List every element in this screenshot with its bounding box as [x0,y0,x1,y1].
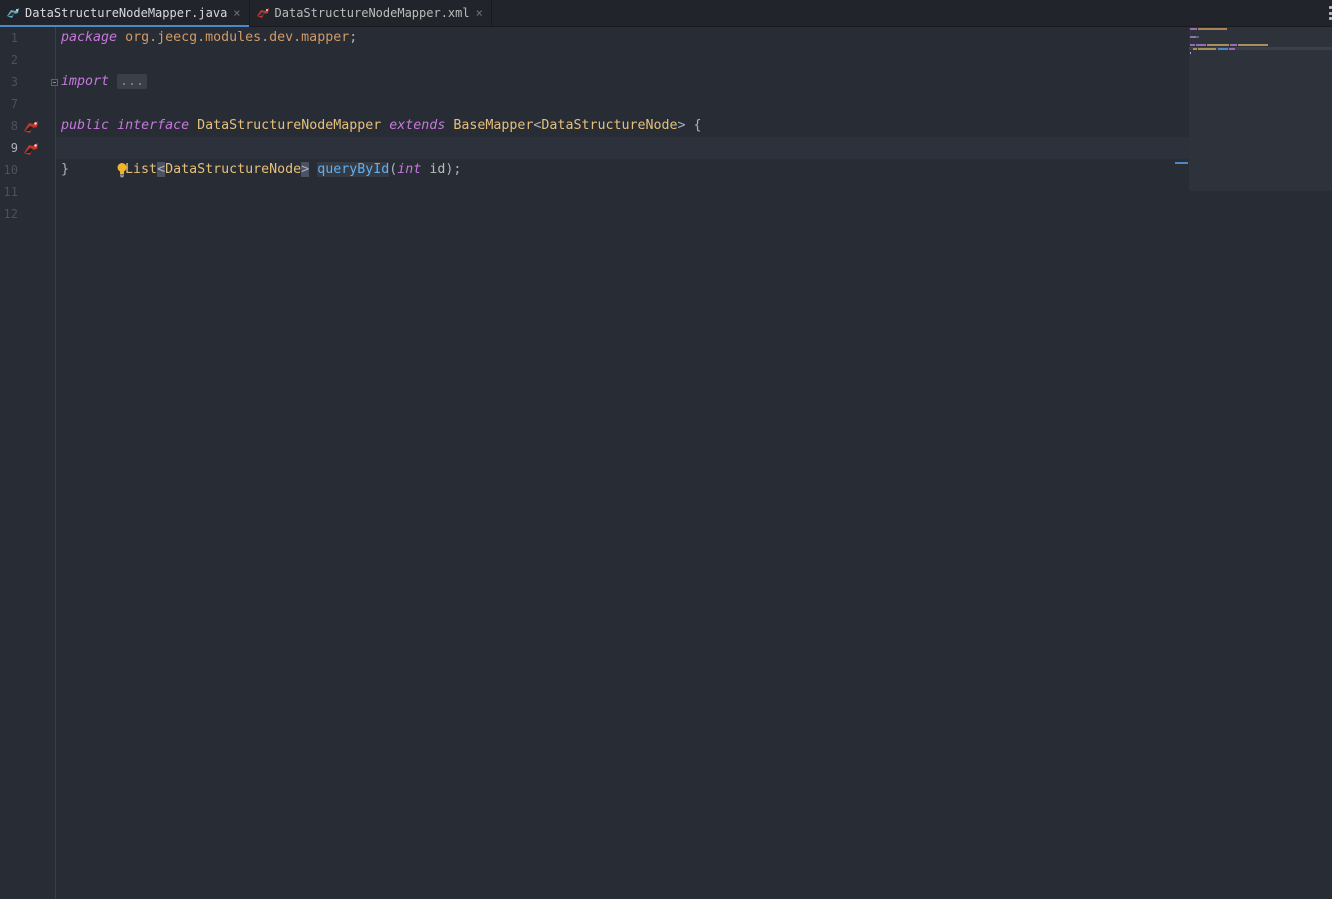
scroll-position-marker [1175,162,1188,164]
minimap-token [1218,48,1228,50]
java-mapper-icon [6,7,20,19]
tab-java-mapper[interactable]: DataStructureNodeMapper.java × [0,0,250,27]
minimap-token [1196,36,1199,38]
lightbulb-icon[interactable] [68,140,127,178]
minimap-token [1229,48,1235,50]
minimap-token [1198,28,1227,30]
code-minimap[interactable] [1189,27,1332,191]
brace: } [61,162,70,177]
minimap-token [1190,28,1197,30]
code-editor[interactable]: package org.jeecg.modules.dev.mapper; im… [56,27,1238,899]
xml-mapper-icon [256,7,270,19]
angle-bracket: > [677,118,686,133]
editor-gutter: 1 2 3 7 8 9 10 11 12 [0,27,58,899]
folded-imports[interactable]: ... [117,74,148,89]
editor-tab-bar: DataStructureNodeMapper.java × DataStruc… [0,0,1332,27]
generic-type: DataStructureNode [541,118,678,133]
mybatis-navigate-icon[interactable] [23,141,39,155]
tab-label: DataStructureNodeMapper.xml [274,6,470,20]
tab-xml-mapper[interactable]: DataStructureNodeMapper.xml × [250,0,492,26]
keyword: package [61,30,118,45]
tab-menu-icon[interactable] [1328,6,1332,20]
line-number: 1 [10,31,18,45]
minimap-token [1198,48,1216,50]
keyword: import [61,74,110,89]
keyword: interface [117,118,190,133]
keyword: public [61,118,110,133]
brace: { [693,118,702,133]
minimap-token [1196,44,1206,46]
minimap-token [1190,44,1195,46]
code-line-3: import ... [56,71,1189,93]
minimap-token [1238,44,1268,46]
line-number: 2 [10,53,18,67]
mybatis-navigate-icon[interactable] [23,119,39,133]
line-number-current: 9 [10,141,18,155]
code-line-9-current: List<DataStructureNode> queryById(int id… [56,137,1189,178]
minimap-token [1193,48,1197,50]
minimap-token [1207,44,1229,46]
base-type: BaseMapper [453,118,534,133]
punctuation: ; [349,30,358,45]
code-line-8: public interface DataStructureNodeMapper… [56,115,1189,137]
minimap-token [1190,52,1191,54]
minimap-token [1230,44,1237,46]
line-number: 12 [3,207,18,221]
line-number: 7 [10,97,18,111]
code-line-10: } [56,159,1189,181]
code-line-1: package org.jeecg.modules.dev.mapper; [56,27,1189,49]
line-number: 3 [10,75,18,89]
close-tab-icon[interactable]: × [233,6,240,20]
line-number: 8 [10,119,18,133]
keyword: extends [389,118,446,133]
line-number: 11 [3,185,18,199]
tab-label: DataStructureNodeMapper.java [25,6,228,20]
line-number: 10 [3,163,18,177]
package-name: org.jeecg.modules.dev.mapper [125,30,350,45]
close-tab-icon[interactable]: × [476,6,483,20]
interface-name: DataStructureNodeMapper [197,118,382,133]
